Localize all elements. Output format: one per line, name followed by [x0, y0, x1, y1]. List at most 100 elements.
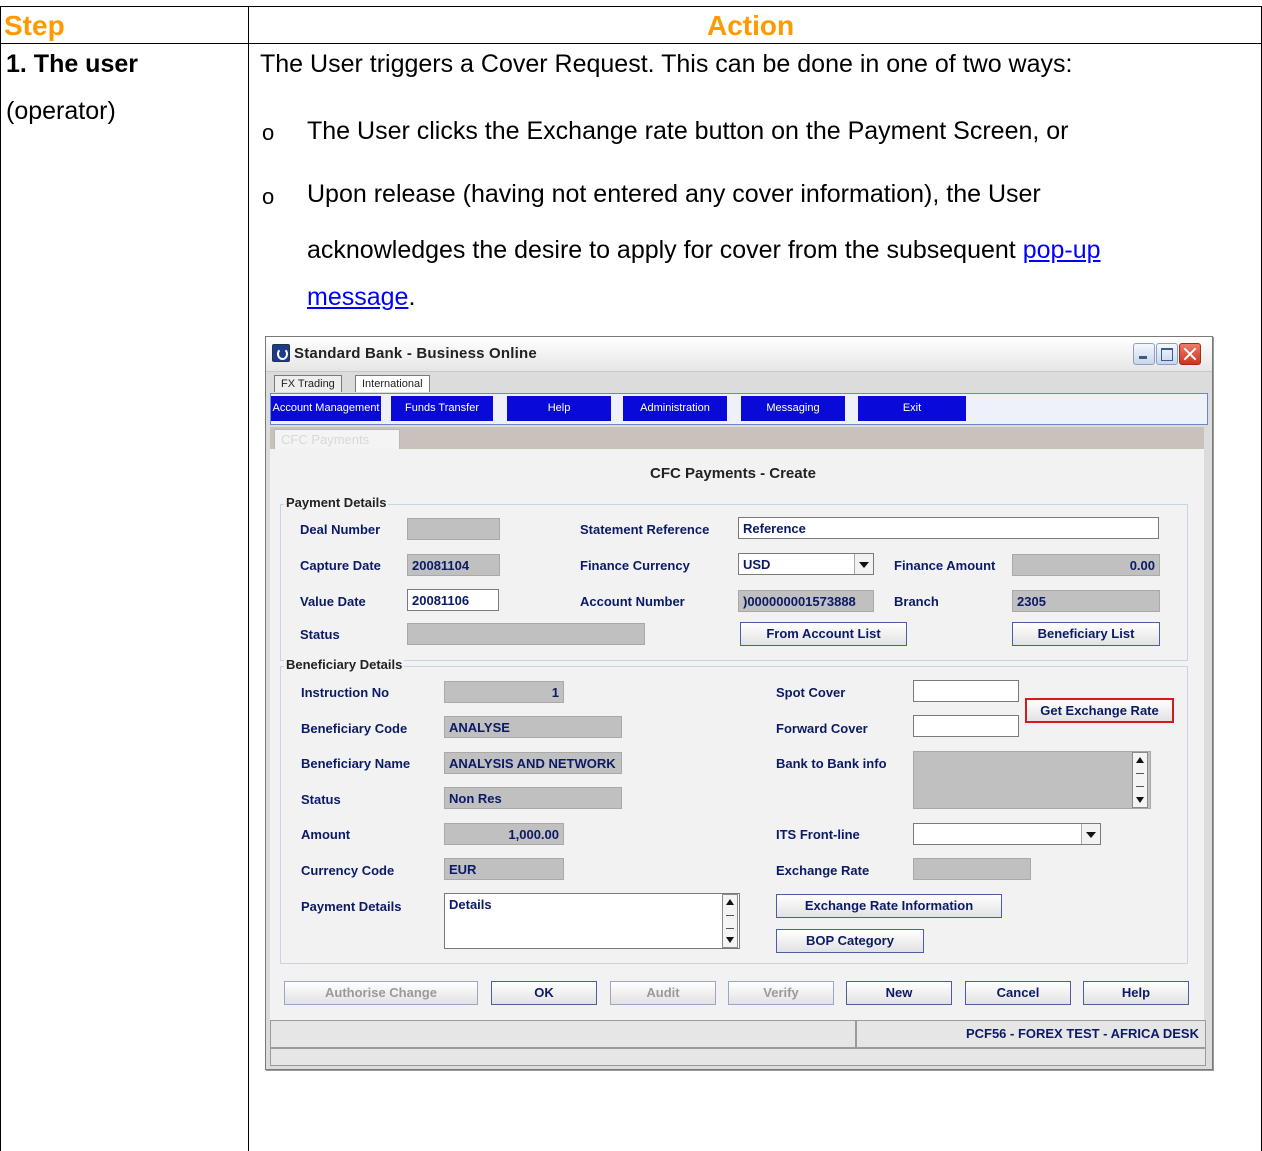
beneficiary-status-field: Non Res — [444, 787, 622, 809]
menu-messaging[interactable]: Messaging — [741, 396, 845, 421]
bullet-2-line-3: message. — [307, 283, 415, 312]
authorise-change-button[interactable]: Authorise Change — [284, 981, 478, 1005]
payment-details-value: Details — [449, 897, 492, 912]
bullet-marker: o — [262, 184, 275, 209]
payment-details-textarea[interactable]: Details — [444, 893, 740, 949]
column-divider — [248, 6, 249, 1151]
step-subtitle: (operator) — [6, 97, 116, 125]
spot-cover-label: Spot Cover — [776, 685, 846, 700]
bop-category-button[interactable]: BOP Category — [776, 929, 924, 953]
menu-administration[interactable]: Administration — [623, 396, 727, 421]
exchange-rate-label: Exchange Rate — [776, 863, 870, 878]
beneficiary-status-label: Status — [301, 792, 341, 807]
exchange-rate-field — [913, 858, 1031, 880]
payment-details-label: Payment Details — [301, 899, 402, 914]
help-button[interactable]: Help — [1083, 981, 1189, 1005]
beneficiary-details-title: Beneficiary Details — [284, 657, 405, 672]
bullet-2-line-2: acknowledges the desire to apply for cov… — [307, 236, 1101, 265]
tab-cfc-payments[interactable]: CFC Payments — [274, 429, 400, 450]
value-date-label: Value Date — [300, 594, 366, 609]
new-button[interactable]: New — [846, 981, 952, 1005]
bank-to-bank-textarea[interactable] — [913, 751, 1151, 809]
deal-number-label: Deal Number — [300, 522, 381, 537]
minimize-icon[interactable] — [1133, 343, 1155, 365]
account-number-label: Account Number — [580, 594, 685, 609]
menu-exit[interactable]: Exit — [858, 396, 966, 421]
value-date-input[interactable]: 20081106 — [407, 589, 499, 611]
maximize-icon[interactable] — [1156, 343, 1178, 365]
payment-details-title: Payment Details — [284, 495, 389, 510]
bullet-2-end: . — [408, 283, 416, 311]
menu-funds-transfer[interactable]: Funds Transfer — [391, 396, 493, 421]
bullet-1-text: The User clicks the Exchange rate button… — [307, 117, 1069, 145]
table-left-border — [0, 6, 1, 1151]
bullet-2-line-1: Upon release (having not entered any cov… — [307, 180, 1041, 208]
instruction-no-field: 1 — [444, 681, 564, 703]
popup-link-message[interactable]: message — [307, 283, 408, 311]
popup-link[interactable]: pop-up — [1023, 236, 1101, 264]
currency-code-field: EUR — [444, 858, 564, 880]
instruction-table: Step Action 1. The user (operator) The U… — [0, 0, 1262, 1151]
bullet-2-text: acknowledges the desire to apply for cov… — [307, 236, 1023, 264]
window-title: Standard Bank - Business Online — [294, 345, 537, 362]
capture-date-label: Capture Date — [300, 558, 381, 573]
status-bar-right: PCF56 - FOREX TEST - AFRICA DESK — [856, 1020, 1206, 1048]
branch-field: 2305 — [1012, 590, 1160, 612]
beneficiary-name-field: ANALYSIS AND NETWORK — [444, 752, 622, 774]
beneficiary-name-label: Beneficiary Name — [301, 756, 411, 771]
chevron-down-icon[interactable] — [1081, 824, 1100, 844]
chevron-down-icon[interactable] — [854, 554, 873, 574]
finance-currency-label: Finance Currency — [580, 558, 690, 573]
its-frontline-label: ITS Front-line — [776, 827, 860, 842]
bank-to-bank-scrollbar[interactable] — [1132, 752, 1148, 808]
beneficiary-code-field: ANALYSE — [444, 716, 622, 738]
ok-button[interactable]: OK — [491, 981, 597, 1005]
cancel-button[interactable]: Cancel — [965, 981, 1071, 1005]
close-icon[interactable] — [1179, 343, 1201, 365]
branch-label: Branch — [894, 594, 939, 609]
account-number-field: )000000001573888 — [738, 590, 874, 612]
standard-bank-logo-icon — [272, 344, 290, 362]
status-label: Status — [300, 627, 340, 642]
tab-international[interactable]: International — [355, 375, 430, 392]
amount-label: Amount — [301, 827, 351, 842]
beneficiary-list-button[interactable]: Beneficiary List — [1012, 622, 1160, 646]
beneficiary-code-label: Beneficiary Code — [301, 721, 408, 736]
from-account-list-button[interactable]: From Account List — [740, 622, 907, 646]
capture-date-field: 20081104 — [407, 554, 500, 576]
verify-button[interactable]: Verify — [728, 981, 834, 1005]
exchange-rate-information-button[interactable]: Exchange Rate Information — [776, 894, 1002, 918]
menu-account-management[interactable]: Account Management — [271, 396, 381, 421]
finance-amount-label: Finance Amount — [894, 558, 996, 573]
statement-reference-input[interactable]: Reference — [738, 517, 1159, 539]
bullet-marker: o — [262, 120, 275, 145]
finance-currency-select[interactable]: USD — [738, 553, 874, 575]
menu-help[interactable]: Help — [507, 396, 611, 421]
forward-cover-label: Forward Cover — [776, 721, 868, 736]
payment-details-scrollbar[interactable] — [722, 894, 738, 948]
bank-to-bank-label: Bank to Bank info — [776, 756, 887, 771]
spot-cover-input[interactable] — [913, 680, 1019, 702]
deal-number-field — [407, 518, 500, 540]
get-exchange-rate-button[interactable]: Get Exchange Rate — [1025, 698, 1174, 723]
finance-currency-value: USD — [743, 557, 771, 572]
action-header: Action — [707, 10, 795, 41]
intro-text: The User triggers a Cover Request. This … — [260, 50, 1073, 78]
header-row-border — [0, 43, 1262, 44]
finance-amount-field: 0.00 — [1012, 554, 1160, 576]
its-frontline-select[interactable] — [913, 823, 1101, 845]
step-header: Step — [4, 10, 65, 41]
currency-code-label: Currency Code — [301, 863, 395, 878]
tab-fx-trading[interactable]: FX Trading — [274, 375, 342, 392]
amount-field: 1,000.00 — [444, 823, 564, 845]
status-field — [407, 623, 645, 645]
instruction-no-label: Instruction No — [301, 685, 390, 700]
audit-button[interactable]: Audit — [610, 981, 716, 1005]
status-bar-left — [270, 1020, 856, 1048]
table-top-border — [0, 6, 1262, 7]
step-title: 1. The user — [6, 50, 138, 78]
title-bar: Standard Bank - Business Online — [266, 337, 1212, 372]
forward-cover-input[interactable] — [913, 715, 1019, 737]
main-menu-bar: Account Management Funds Transfer Help A… — [270, 393, 1208, 425]
statement-reference-label: Statement Reference — [580, 522, 710, 537]
